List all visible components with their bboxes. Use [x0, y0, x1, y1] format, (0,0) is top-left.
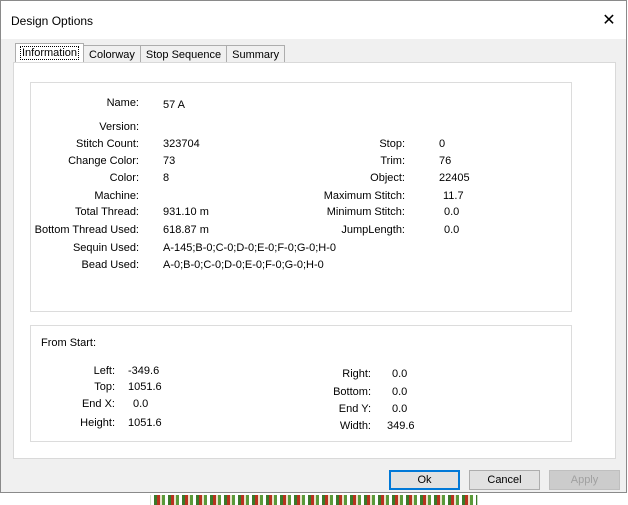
design-info-group: Name: 57 A Version: Stitch Count: 323704… [30, 82, 572, 312]
end-x-label: End X: [81, 398, 115, 410]
background-embroidery-strip-bottom [150, 495, 478, 505]
total-thread-label: Total Thread: [74, 206, 139, 218]
bottom-thread-value: 618.87 m [163, 224, 209, 236]
min-stitch-label: Minimum Stitch: [326, 206, 405, 218]
stop-value: 0 [439, 138, 446, 150]
tab-bar: Information Colorway Stop Sequence Summa… [15, 43, 286, 64]
object-value: 22405 [439, 172, 470, 184]
jump-length-label: JumpLength: [341, 224, 405, 236]
name-label: Name: [106, 97, 139, 109]
design-options-dialog: Design Options ✕ Information Colorway St… [0, 0, 627, 493]
version-label: Version: [99, 121, 139, 133]
stop-label: Stop: [379, 138, 405, 150]
sequin-label: Sequin Used: [72, 242, 139, 254]
tab-information[interactable]: Information [15, 43, 85, 64]
width-value: 349.6 [387, 420, 415, 432]
ok-button[interactable]: Ok [389, 470, 460, 490]
color-value: 8 [163, 172, 170, 184]
jump-length-value: 0.0 [444, 224, 460, 236]
object-label: Object: [370, 172, 405, 184]
information-panel: Name: 57 A Version: Stitch Count: 323704… [13, 62, 616, 459]
end-y-label: End Y: [338, 403, 371, 415]
bead-label: Bead Used: [81, 259, 139, 271]
bottom-thread-label: Bottom Thread Used: [34, 224, 139, 236]
title-bar: Design Options ✕ [1, 1, 626, 39]
color-label: Color: [109, 172, 139, 184]
end-y-value: 0.0 [392, 403, 408, 415]
from-start-group: From Start: Left: -349.6 Top: 1051.6 End… [30, 325, 572, 442]
left-label: Left: [93, 365, 115, 377]
trim-value: 76 [439, 155, 452, 167]
left-value: -349.6 [128, 365, 160, 377]
bottom-label: Bottom: [333, 386, 371, 398]
change-color-value: 73 [163, 155, 176, 167]
apply-button[interactable]: Apply [549, 470, 620, 490]
sequin-value: A-145;B-0;C-0;D-0;E-0;F-0;G-0;H-0 [163, 242, 336, 254]
machine-label: Machine: [94, 190, 139, 202]
top-value: 1051.6 [128, 381, 162, 393]
stitch-count-label: Stitch Count: [76, 138, 139, 150]
min-stitch-value: 0.0 [444, 206, 460, 218]
change-color-label: Change Color: [68, 155, 139, 167]
max-stitch-value: 11.7 [443, 190, 464, 202]
name-value: 57 A [163, 99, 186, 111]
height-label: Height: [80, 417, 115, 429]
window-title: Design Options [11, 14, 94, 28]
stitch-count-value: 323704 [163, 138, 200, 150]
height-value: 1051.6 [128, 417, 162, 429]
trim-label: Trim: [380, 155, 405, 167]
top-label: Top: [94, 381, 115, 393]
from-start-title: From Start: [41, 337, 97, 349]
total-thread-value: 931.10 m [163, 206, 209, 218]
right-value: 0.0 [392, 368, 408, 380]
right-label: Right: [342, 368, 371, 380]
width-label: Width: [339, 420, 371, 432]
cancel-button[interactable]: Cancel [469, 470, 540, 490]
end-x-value: 0.0 [133, 398, 149, 410]
max-stitch-label: Maximum Stitch: [323, 190, 405, 202]
bead-value: A-0;B-0;C-0;D-0;E-0;F-0;G-0;H-0 [163, 259, 324, 271]
bottom-value: 0.0 [392, 386, 408, 398]
close-icon[interactable]: ✕ [598, 9, 620, 31]
